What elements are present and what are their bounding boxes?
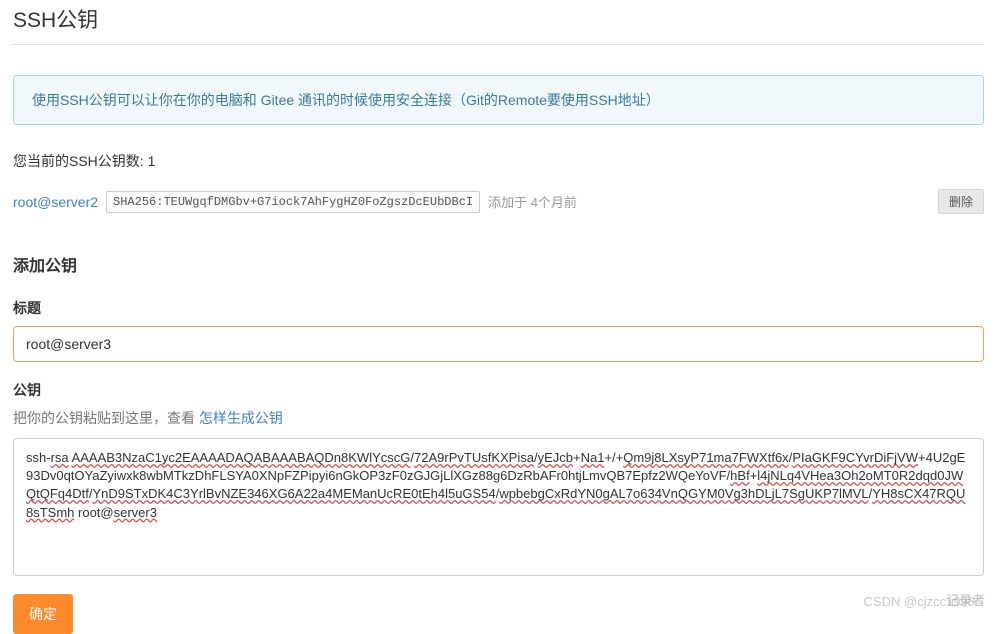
title-divider xyxy=(13,44,984,45)
key-added-text: 添加于 4个月前 xyxy=(488,192,577,211)
add-key-heading: 添加公钥 xyxy=(13,252,984,276)
title-input[interactable] xyxy=(13,326,984,362)
delete-key-button[interactable]: 删除 xyxy=(938,189,984,214)
hint-prefix: 把你的公钥粘贴到这里，查看 xyxy=(13,410,199,426)
key-count-text: 您当前的SSH公钥数: 1 xyxy=(13,151,984,171)
watermark-right: 记录者 xyxy=(946,590,985,609)
key-name-link[interactable]: root@server2 xyxy=(13,194,98,210)
how-to-generate-link[interactable]: 怎样生成公钥 xyxy=(199,410,283,426)
pubkey-textarea[interactable]: ssh-rsa AAAAB3NzaC1yc2EAAAADAQABAAABAQDn… xyxy=(13,438,984,576)
pubkey-label: 公钥 xyxy=(13,380,984,400)
submit-button[interactable]: 确定 xyxy=(13,594,73,634)
ssh-key-row: root@server2 SHA256:TEUWgqfDMGbv+G7iock7… xyxy=(13,189,984,214)
info-notice: 使用SSH公钥可以让你在你的电脑和 Gitee 通讯的时候使用安全连接（Git的… xyxy=(13,75,984,125)
pubkey-hint: 把你的公钥粘贴到这里，查看 怎样生成公钥 xyxy=(13,408,984,428)
page-title: SSH公钥 xyxy=(13,4,984,34)
key-fingerprint: SHA256:TEUWgqfDMGbv+G7iock7AhFygHZ0FoZgs… xyxy=(106,191,480,213)
title-label: 标题 xyxy=(13,298,984,318)
pubkey-content: ssh-rsa AAAAB3NzaC1yc2EAAAADAQABAAABAQDn… xyxy=(26,449,971,522)
